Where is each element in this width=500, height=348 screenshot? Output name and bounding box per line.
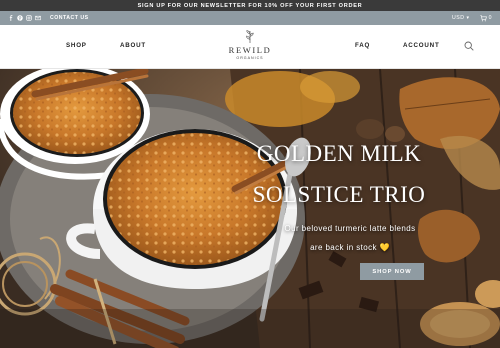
nav-about[interactable]: ABOUT (120, 42, 146, 49)
cart-icon (479, 14, 487, 21)
hero-subtitle-line-2: are back in stock 💛 (250, 243, 450, 252)
social-links (6, 14, 42, 23)
logo-subtitle: ORGANICS (236, 56, 264, 60)
cart-button[interactable]: 0 (479, 14, 492, 22)
leaf-logo-icon (246, 30, 254, 44)
contact-us-link[interactable]: CONTACT US (50, 15, 89, 21)
nav-shop[interactable]: SHOP (66, 42, 87, 49)
hero-image (0, 69, 500, 348)
shop-now-button[interactable]: SHOP NOW (360, 263, 424, 280)
currency-selector[interactable]: USD ▾ (452, 15, 470, 21)
main-nav: SHOP ABOUT REWILD ORGANICS FAQ ACCOUNT (0, 25, 500, 69)
announcement-text[interactable]: SIGN UP FOR OUR NEWSLETTER FOR 10% OFF Y… (138, 3, 363, 9)
hero-subtitle-text: are back in stock (310, 243, 377, 252)
hero-title-line-1: GOLDEN MILK (256, 141, 422, 166)
nav-account[interactable]: ACCOUNT (403, 42, 440, 49)
logo-name: REWILD (228, 45, 272, 55)
email-icon[interactable] (33, 14, 42, 23)
hero-subtitle-line-1: Our beloved turmeric latte blends (284, 224, 416, 233)
chevron-down-icon: ▾ (466, 15, 470, 21)
hero-title-line-2: SOLSTICE TRIO (252, 182, 426, 207)
hero-banner[interactable]: GOLDEN MILK SOLSTICE TRIO Our beloved tu… (0, 69, 500, 348)
utility-bar: CONTACT US USD ▾ 0 (0, 11, 500, 25)
cart-count: 0 (488, 15, 492, 21)
search-icon[interactable] (464, 41, 474, 51)
facebook-icon[interactable] (6, 14, 15, 23)
currency-value: USD (452, 15, 465, 21)
pinterest-icon[interactable] (15, 14, 24, 23)
yellow-heart-icon: 💛 (379, 243, 390, 252)
site-logo[interactable]: REWILD ORGANICS (220, 30, 280, 66)
announcement-bar[interactable]: SIGN UP FOR OUR NEWSLETTER FOR 10% OFF Y… (0, 0, 500, 11)
nav-faq[interactable]: FAQ (355, 42, 370, 49)
instagram-icon[interactable] (24, 14, 33, 23)
